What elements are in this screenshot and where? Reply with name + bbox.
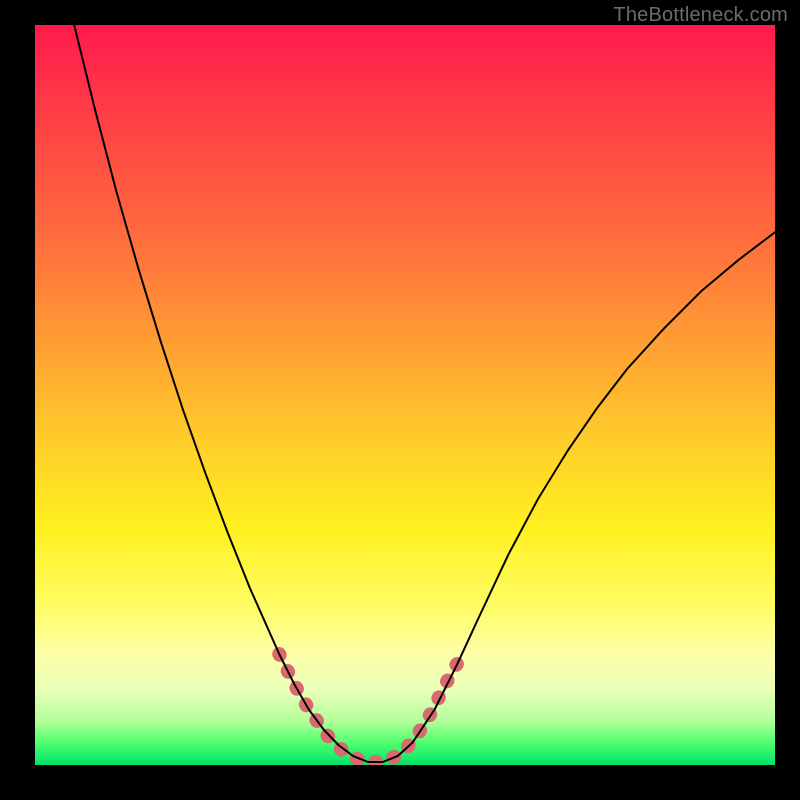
bottleneck-curve	[74, 25, 775, 762]
chart-stage: TheBottleneck.com	[0, 0, 800, 800]
minimum-band	[279, 654, 460, 762]
bottleneck-curve-svg	[35, 25, 775, 765]
curve-layer	[74, 25, 775, 762]
plot-area	[35, 25, 775, 765]
highlight-layer	[279, 654, 460, 762]
watermark-text: TheBottleneck.com	[613, 4, 788, 27]
